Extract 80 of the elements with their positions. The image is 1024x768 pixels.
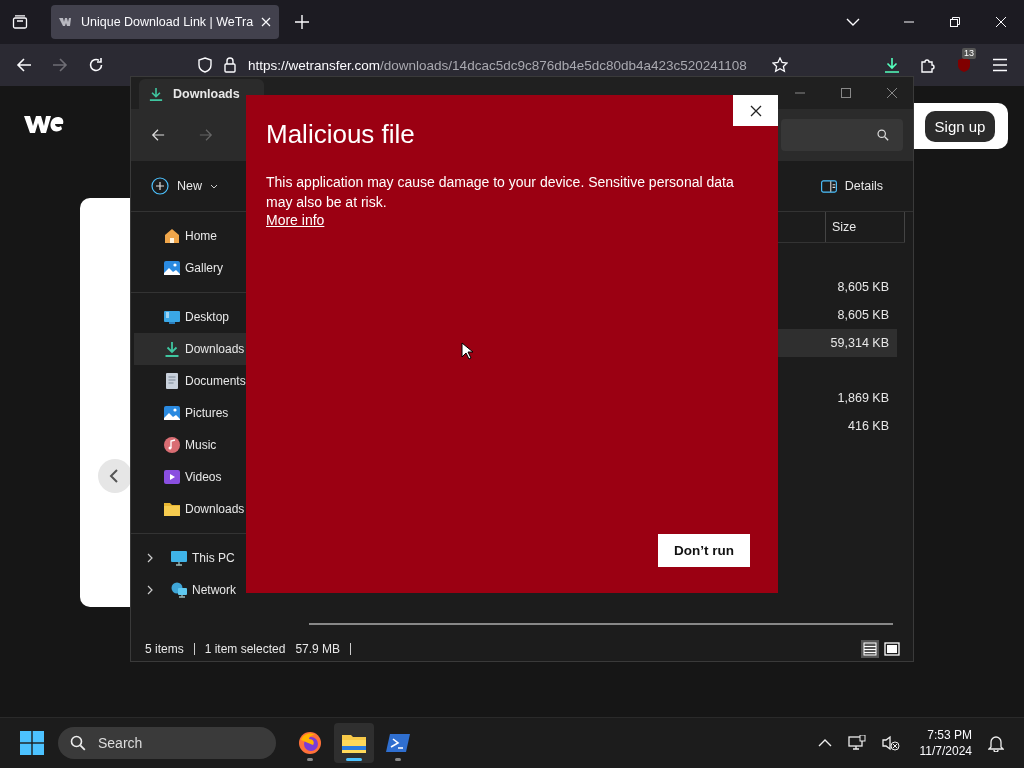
forward-icon[interactable] <box>199 128 213 142</box>
forward-icon[interactable] <box>52 57 68 73</box>
time-text: 7:53 PM <box>927 727 972 743</box>
network-icon <box>171 582 187 598</box>
search-icon <box>70 735 86 751</box>
maximize-icon[interactable] <box>841 88 851 98</box>
column-header[interactable]: Size <box>825 212 905 242</box>
monitor-icon[interactable] <box>847 735 866 751</box>
folder-icon <box>342 733 366 753</box>
new-tab-icon[interactable] <box>295 15 310 29</box>
plus-circle-icon <box>151 177 169 195</box>
tiles-view-icon[interactable] <box>883 640 901 658</box>
tab-list-icon[interactable] <box>12 14 28 30</box>
details-view-icon[interactable] <box>861 640 879 658</box>
windows-start-icon[interactable] <box>20 731 44 755</box>
status-text: 5 items <box>145 642 184 656</box>
desktop-icon <box>164 309 180 325</box>
dialog-title: Malicious file <box>266 119 416 150</box>
status-text: 57.9 MB <box>295 642 341 656</box>
chevron-down-icon[interactable] <box>846 18 860 26</box>
back-icon[interactable] <box>151 128 165 142</box>
details-button[interactable]: Details <box>814 175 889 197</box>
reload-icon[interactable] <box>88 57 104 73</box>
search-icon <box>877 129 889 141</box>
restore-icon[interactable] <box>950 17 960 27</box>
logo-icon[interactable] <box>24 114 64 134</box>
scrollbar[interactable] <box>309 623 893 625</box>
house-icon <box>164 228 180 244</box>
image-icon <box>164 260 180 276</box>
folder-icon <box>164 501 180 517</box>
dont-run-button[interactable]: Don’t run <box>658 534 750 567</box>
search-field[interactable]: Search <box>58 727 276 759</box>
video-icon <box>164 469 180 485</box>
download-icon <box>164 341 180 357</box>
clock[interactable]: 7:53 PM 11/7/2024 <box>919 727 972 759</box>
size-cell: 8,605 KB <box>837 280 889 294</box>
address-bar[interactable]: https://wetransfer.com/downloads/14dcac5dc9c876db4e5dc80db4a423c520241108 <box>190 54 796 76</box>
tab-title: Downloads <box>173 87 240 101</box>
chevron-up-icon[interactable] <box>817 739 832 747</box>
panel-icon <box>820 179 837 193</box>
status-text: 1 item selected <box>204 642 286 656</box>
monitor-icon <box>171 550 187 566</box>
download-icon[interactable] <box>884 57 900 73</box>
star-icon[interactable] <box>772 57 788 73</box>
tab-title: Unique Download Link | WeTra <box>81 15 254 29</box>
sign-up-button[interactable]: Sign up <box>924 110 996 142</box>
browser-tab[interactable]: Unique Download Link | WeTra <box>51 5 280 39</box>
size-cell: 1,869 KB <box>837 391 889 405</box>
shield-icon[interactable] <box>198 57 212 73</box>
menu-icon[interactable] <box>992 58 1008 72</box>
close-icon <box>749 104 762 117</box>
chevron-left-icon[interactable] <box>98 459 132 493</box>
lock-icon[interactable] <box>224 57 236 73</box>
size-cell: 8,605 KB <box>837 308 889 322</box>
size-cell: 59,314 KB <box>830 336 889 350</box>
music-note-icon <box>164 437 180 453</box>
fox-globe-icon <box>298 731 322 755</box>
explorer-tab[interactable]: Downloads <box>139 79 264 109</box>
close-button[interactable] <box>733 95 778 126</box>
image-icon <box>164 405 180 421</box>
count-badge: 13 <box>962 48 976 59</box>
document-icon <box>164 373 180 389</box>
search-field[interactable] <box>781 119 903 151</box>
cursor-icon <box>461 342 473 360</box>
favicon-icon <box>59 18 73 26</box>
terminal-icon <box>386 733 410 753</box>
warning-message: This application may cause damage to your device. Sensitive personal data may also be at risk. <box>266 173 735 212</box>
more-info-link[interactable]: More info <box>266 212 325 228</box>
caret-icon <box>210 183 218 189</box>
download-icon <box>149 86 163 102</box>
bell-icon[interactable] <box>988 734 1004 752</box>
new-button[interactable]: New <box>145 173 224 199</box>
url-text: https://wetransfer.com/downloads/14dcac5dc9c876db4e5dc80db4a423c520241108 <box>248 57 748 73</box>
chevron-right-icon[interactable] <box>146 585 154 595</box>
size-cell: 416 KB <box>848 419 889 433</box>
puzzle-icon[interactable] <box>920 57 936 73</box>
volume-muted-icon[interactable] <box>881 735 900 751</box>
taskbar-app[interactable] <box>334 723 374 763</box>
chevron-right-icon[interactable] <box>146 553 154 563</box>
date-text: 11/7/2024 <box>919 743 972 759</box>
